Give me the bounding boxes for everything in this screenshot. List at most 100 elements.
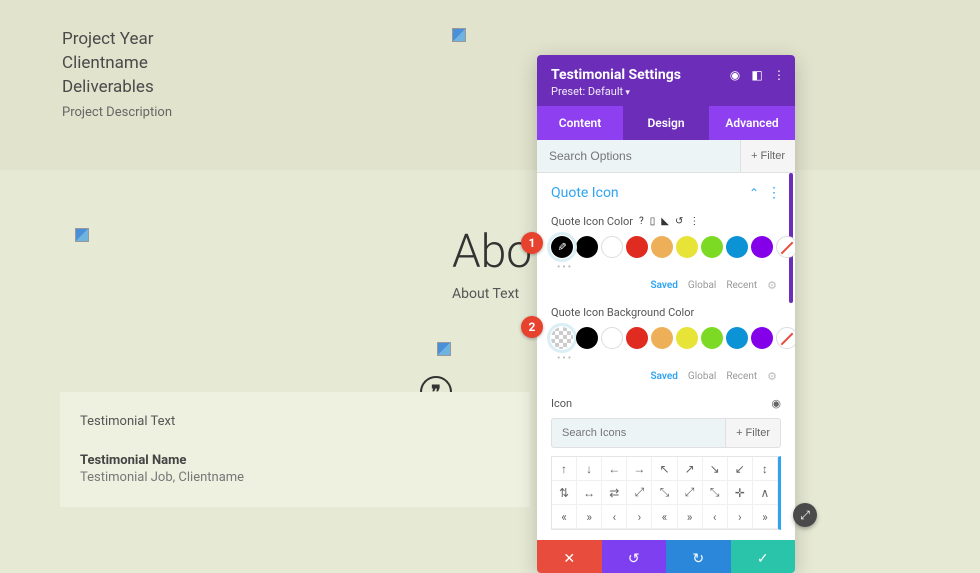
project-year: Project Year	[62, 28, 172, 52]
icon-option[interactable]: ⤢	[678, 481, 703, 505]
icon-option[interactable]: »	[678, 505, 703, 529]
swatch-white[interactable]	[601, 236, 623, 258]
icon-search-input[interactable]	[552, 419, 725, 447]
more-icon[interactable]: ⋮	[773, 69, 785, 81]
annotation-badge-2: 2	[521, 316, 543, 338]
palette-tab-recent[interactable]: Recent	[726, 371, 757, 382]
swatch-red[interactable]	[626, 327, 648, 349]
gear-icon[interactable]: ⚙	[767, 279, 777, 292]
undo-button[interactable]: ↺	[602, 540, 667, 573]
hover-icon[interactable]: ◣	[661, 216, 669, 227]
icon-option[interactable]: ↗	[678, 457, 703, 481]
close-button[interactable]: ✕	[537, 540, 602, 573]
swatch-black[interactable]	[576, 236, 598, 258]
swatch-orange[interactable]	[651, 327, 673, 349]
icon-option[interactable]: ⤢	[627, 481, 652, 505]
icon-option[interactable]: ↓	[577, 457, 602, 481]
palette-tab-saved[interactable]: Saved	[651, 280, 678, 291]
tab-design[interactable]: Design	[623, 106, 709, 140]
label-quote-icon-bg-color: Quote Icon Background Color	[551, 306, 694, 319]
section-title-quote-icon[interactable]: Quote Icon	[551, 185, 619, 201]
help-icon[interactable]: ?	[639, 216, 644, 227]
icon-option[interactable]: ‹	[703, 505, 728, 529]
palette-tab-saved[interactable]: Saved	[651, 371, 678, 382]
panel-header-actions: ◉ ◧ ⋮	[729, 69, 785, 81]
swatch-green[interactable]	[701, 236, 723, 258]
panel-header[interactable]: Testimonial Settings Preset: Default ◉ ◧…	[537, 55, 795, 106]
resize-handle-icon[interactable]: ⤢	[793, 503, 817, 527]
icon-option[interactable]: ⤡	[703, 481, 728, 505]
settings-panel: Testimonial Settings Preset: Default ◉ ◧…	[537, 55, 795, 573]
icon-option[interactable]: »	[753, 505, 778, 529]
icon-option[interactable]: ↙	[728, 457, 753, 481]
icon-option[interactable]: ✛	[728, 481, 753, 505]
icon-option[interactable]: »	[577, 505, 602, 529]
swatch-none[interactable]	[776, 236, 795, 258]
search-options-input[interactable]	[537, 140, 740, 172]
swatch-black[interactable]	[576, 327, 598, 349]
focus-icon[interactable]: ◉	[729, 69, 741, 81]
icon-option[interactable]: ‹	[602, 505, 627, 529]
reset-icon[interactable]: ↺	[675, 216, 683, 227]
icon-option[interactable]: ›	[627, 505, 652, 529]
icon-option[interactable]: →	[627, 457, 652, 481]
swatch-white[interactable]	[601, 327, 623, 349]
more-icon[interactable]: ⋮	[689, 216, 699, 227]
icon-option[interactable]: «	[652, 505, 677, 529]
icon-option[interactable]: ←	[602, 457, 627, 481]
swatch-yellow[interactable]	[676, 236, 698, 258]
icon-filter-button[interactable]: + Filter	[725, 419, 780, 447]
swatch-orange[interactable]	[651, 236, 673, 258]
palette-tab-global[interactable]: Global	[688, 371, 716, 382]
redo-button[interactable]: ↻	[666, 540, 731, 573]
icon-option[interactable]: ›	[728, 505, 753, 529]
icon-option[interactable]: «	[552, 505, 577, 529]
project-description: Project Description	[62, 105, 172, 120]
swatch-blue[interactable]	[726, 327, 748, 349]
icon-option[interactable]: ↘	[703, 457, 728, 481]
palette-tab-global[interactable]: Global	[688, 280, 716, 291]
icon-option[interactable]: ∧	[753, 481, 778, 505]
swatch-green[interactable]	[701, 327, 723, 349]
project-clientname: Clientname	[62, 52, 172, 76]
icon-option[interactable]: ↖	[652, 457, 677, 481]
broken-image-icon	[75, 228, 89, 242]
icon-option[interactable]: ↔	[577, 481, 602, 505]
about-text: About Text	[452, 286, 519, 302]
dynamic-icon[interactable]: ◉	[771, 397, 781, 410]
icon-option[interactable]: ↕	[753, 457, 778, 481]
snap-icon[interactable]: ◧	[751, 69, 763, 81]
swatch-blue[interactable]	[726, 236, 748, 258]
panel-preset[interactable]: Preset: Default	[551, 85, 781, 98]
tab-content[interactable]: Content	[537, 106, 623, 140]
icon-option[interactable]: ⇄	[602, 481, 627, 505]
label-quote-icon-color: Quote Icon Color	[551, 215, 633, 228]
palette-tab-recent[interactable]: Recent	[726, 280, 757, 291]
swatch-expand[interactable]: •••	[551, 353, 781, 364]
broken-image-icon	[452, 28, 466, 42]
icon-picker-grid: ↑↓←→↖↗↘↙↕⇅↔⇄⤢⤡⤢⤡✛∧«»‹›«»‹›»	[551, 456, 781, 530]
swatch-yellow[interactable]	[676, 327, 698, 349]
swatch-purple[interactable]	[751, 236, 773, 258]
panel-tabs: Content Design Advanced	[537, 106, 795, 140]
phone-icon[interactable]: ▯	[650, 216, 656, 227]
swatch-red[interactable]	[626, 236, 648, 258]
gear-icon[interactable]: ⚙	[767, 370, 777, 383]
testimonial-module[interactable]: Testimonial Text Testimonial Name Testim…	[60, 392, 530, 507]
save-button[interactable]: ✓	[731, 540, 796, 573]
panel-action-bar: ✕ ↺ ↻ ✓	[537, 540, 795, 573]
swatch-purple[interactable]	[751, 327, 773, 349]
icon-option[interactable]: ⇅	[552, 481, 577, 505]
section-more-icon[interactable]: ⋮	[767, 185, 781, 201]
swatch-eyedropper[interactable]	[551, 236, 573, 258]
filter-button[interactable]: + Filter	[740, 140, 795, 172]
chevron-up-icon[interactable]: ⌃	[749, 186, 759, 200]
annotation-badge-1: 1	[521, 232, 543, 254]
tab-advanced[interactable]: Advanced	[709, 106, 795, 140]
icon-option[interactable]: ⤡	[652, 481, 677, 505]
icon-option[interactable]: ↑	[552, 457, 577, 481]
swatch-expand[interactable]: •••	[551, 262, 781, 273]
swatch-none[interactable]	[776, 327, 795, 349]
testimonial-name: Testimonial Name	[80, 453, 510, 468]
swatch-transparent[interactable]	[551, 327, 573, 349]
